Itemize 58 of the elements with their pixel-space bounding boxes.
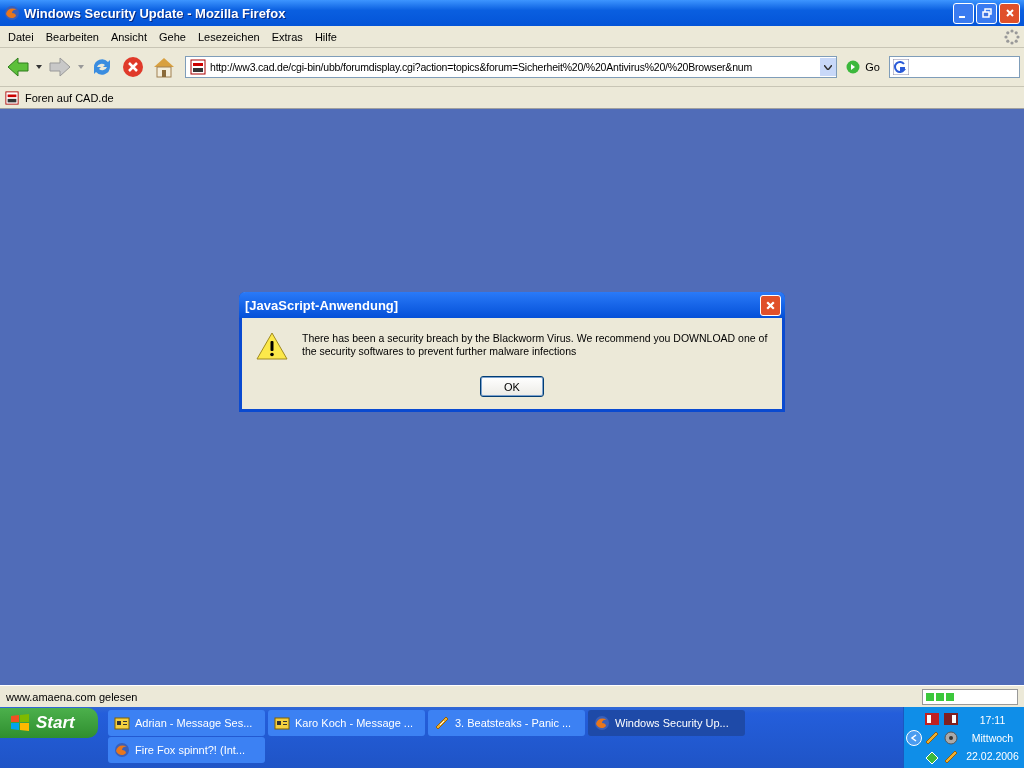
expand-tray-button[interactable] xyxy=(906,729,922,746)
tray-icon[interactable] xyxy=(924,710,940,727)
window-title: Windows Security Update - Mozilla Firefox xyxy=(24,5,287,21)
left-arrow-icon xyxy=(6,55,30,79)
menu-item[interactable]: Extras xyxy=(265,30,309,43)
chevron-left-icon xyxy=(910,733,918,742)
minimize-button[interactable] xyxy=(953,2,974,24)
tray-icon[interactable] xyxy=(943,710,959,727)
minimize-icon xyxy=(958,16,965,18)
close-icon xyxy=(765,299,776,311)
throbber-icon xyxy=(1004,28,1020,45)
menu-item[interactable]: Lesezeichen xyxy=(191,30,266,43)
caret-icon xyxy=(824,64,833,70)
messenger-icon xyxy=(114,715,130,731)
globe-icon xyxy=(4,5,20,21)
right-arrow-icon xyxy=(48,55,72,79)
caret-icon xyxy=(78,65,84,69)
site-icon xyxy=(190,59,206,75)
status-text: www.amaena.com gelesen xyxy=(6,690,138,703)
search-engine-icon xyxy=(893,59,909,75)
address-text: http://ww3.cad.de/cgi-bin/ubb/forumdisplay.cgi?action=topics&forum=Sicherheit%20/%20Antivirus%20/%20Browser&num xyxy=(210,61,753,73)
restore-icon xyxy=(981,8,992,18)
menu-item[interactable]: Ansicht xyxy=(104,30,153,43)
close-icon xyxy=(1004,8,1015,18)
messenger-icon xyxy=(274,715,290,731)
taskbar-button[interactable]: Karo Koch - Message ... xyxy=(268,710,425,736)
close-button[interactable] xyxy=(760,294,781,316)
menu-item[interactable]: Datei xyxy=(2,30,40,43)
clock-date: 22.02.2006 xyxy=(966,749,1019,762)
go-button[interactable]: Go xyxy=(840,56,886,78)
home-icon xyxy=(152,55,176,79)
restore-button[interactable] xyxy=(976,2,997,24)
taskbar-button[interactable]: Fire Fox spinnt?! (Int... xyxy=(108,737,265,763)
play-icon xyxy=(846,60,861,74)
address-field[interactable]: http://ww3.cad.de/cgi-bin/ubb/forumdisplay.cgi?action=topics&forum=Sicherheit%20/%20Antivirus%20/%20Browser&num xyxy=(185,56,838,78)
close-button[interactable] xyxy=(999,2,1020,24)
taskbar-button[interactable]: Windows Security Up... xyxy=(588,710,745,736)
dialog-title: [JavaScript-Anwendung] xyxy=(245,297,399,313)
windows-flag-icon xyxy=(10,713,30,733)
clock-day: Mittwoch xyxy=(971,731,1014,744)
speaker-icon[interactable] xyxy=(943,729,959,746)
caret-icon xyxy=(36,65,42,69)
globe-icon xyxy=(594,715,610,731)
search-field[interactable] xyxy=(889,56,1020,78)
menu-item[interactable]: Bearbeiten xyxy=(39,30,105,43)
menu-item[interactable]: Hilfe xyxy=(308,30,343,43)
globe-icon xyxy=(114,742,130,758)
dialog-message: There has been a security breach by the Blackworm Virus. We recommend you DOWNLOAD one of the security softwares to prevent further malware infections xyxy=(302,332,768,359)
warning-icon xyxy=(256,332,288,360)
menu-item[interactable]: Gehe xyxy=(153,30,192,43)
address-dropdown-button[interactable] xyxy=(820,58,837,76)
stop-icon xyxy=(121,55,145,79)
bookmark-link[interactable]: Foren auf CAD.de xyxy=(5,90,114,105)
ok-button[interactable]: OK xyxy=(480,376,544,397)
clock-time: 17:11 xyxy=(979,713,1006,726)
taskbar-button[interactable]: Adrian - Message Ses... xyxy=(108,710,265,736)
taskbar-button[interactable]: 3. Beatsteaks - Panic ... xyxy=(428,710,585,736)
site-icon xyxy=(5,90,19,105)
